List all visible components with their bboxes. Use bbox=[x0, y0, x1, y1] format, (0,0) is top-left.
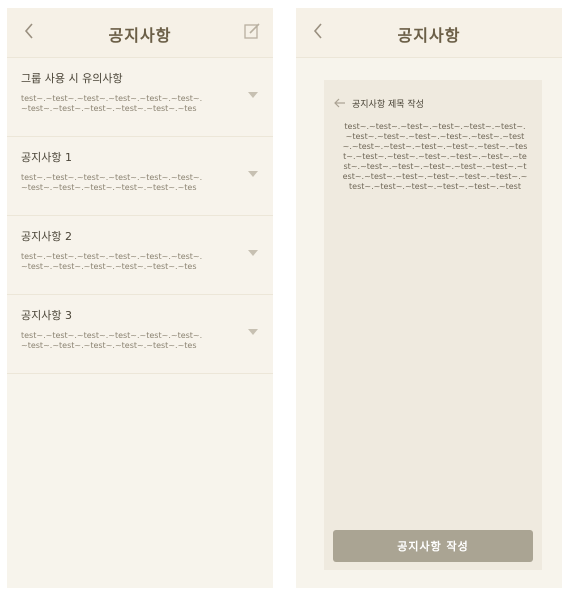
notice-title: 공지사항 2 bbox=[21, 230, 72, 243]
edit-button[interactable] bbox=[241, 20, 263, 42]
caret-down-icon bbox=[248, 329, 258, 335]
body-line: test~.~test~.~test~.~test~.~test~.~test~… bbox=[344, 122, 526, 131]
body-line: test~.~test~.~test~.~test~.~test~.~test bbox=[349, 182, 521, 191]
caret-down-icon bbox=[248, 171, 258, 177]
page-title: 공지사항 bbox=[397, 26, 461, 45]
notice-title: 공지사항 1 bbox=[21, 151, 72, 164]
notice-item[interactable]: 그룹 사용 시 유의사항 test~.~test~.~test~.~test~.… bbox=[7, 58, 273, 137]
body-line: ~.~test~.~test~.~test~.~test~.~test~.~te… bbox=[342, 142, 528, 151]
preview-line: test~.~test~.~test~.~test~.~test~.~test~… bbox=[21, 173, 203, 182]
notice-list: 그룹 사용 시 유의사항 test~.~test~.~test~.~test~.… bbox=[7, 58, 273, 374]
notice-item[interactable]: 공지사항 2 test~.~test~.~test~.~test~.~test~… bbox=[7, 216, 273, 295]
notice-editor-card: 공지사항 제목 작성 test~.~test~.~test~.~test~.~t… bbox=[324, 80, 542, 570]
preview-line: test~.~test~.~test~.~test~.~test~.~test~… bbox=[21, 331, 203, 340]
expand-button[interactable] bbox=[247, 170, 259, 178]
notice-title-input[interactable]: 공지사항 제목 작성 bbox=[352, 97, 424, 110]
header: 공지사항 bbox=[7, 8, 273, 58]
preview-line: test~.~test~.~test~.~test~.~test~.~test~… bbox=[21, 94, 203, 103]
preview-line: ~test~.~test~.~test~.~test~.~test~.~tes bbox=[21, 104, 197, 113]
expand-button[interactable] bbox=[247, 328, 259, 336]
body-line: st~.~test~.~test~.~test~.~test~.~test~.~… bbox=[343, 162, 527, 171]
notice-item[interactable]: 공지사항 1 test~.~test~.~test~.~test~.~test~… bbox=[7, 137, 273, 216]
body-line: ~test~.~test~.~test~.~test~.~test~.~test bbox=[345, 132, 525, 141]
preview-line: ~test~.~test~.~test~.~test~.~test~.~tes bbox=[21, 183, 197, 192]
page-title: 공지사항 bbox=[108, 26, 172, 45]
caret-down-icon bbox=[248, 92, 258, 98]
header: 공지사항 bbox=[296, 8, 562, 58]
edit-icon bbox=[244, 23, 260, 39]
body-line: t~.~test~.~test~.~test~.~test~.~test~.~t… bbox=[343, 152, 527, 161]
arrow-left-icon bbox=[334, 98, 345, 108]
preview-line: ~test~.~test~.~test~.~test~.~test~.~tes bbox=[21, 262, 197, 271]
notice-title-row[interactable]: 공지사항 제목 작성 bbox=[334, 96, 424, 110]
notice-title: 공지사항 3 bbox=[21, 309, 72, 322]
notice-preview: test~.~test~.~test~.~test~.~test~.~test~… bbox=[21, 94, 233, 114]
body-line: est~.~test~.~test~.~test~.~test~.~test~.… bbox=[342, 172, 528, 181]
notice-preview: test~.~test~.~test~.~test~.~test~.~test~… bbox=[21, 173, 233, 193]
expand-button[interactable] bbox=[247, 91, 259, 99]
notice-body-textarea[interactable]: test~.~test~.~test~.~test~.~test~.~test ~… bbox=[336, 122, 534, 192]
notice-write-screen: 공지사항 공지사항 제목 작성 test~.~test~.~test~.~tes… bbox=[296, 8, 562, 588]
notice-item[interactable]: 공지사항 3 test~.~test~.~test~.~test~.~test~… bbox=[7, 295, 273, 374]
write-notice-button[interactable]: 공지사항 작성 bbox=[333, 530, 533, 562]
expand-button[interactable] bbox=[247, 249, 259, 257]
notice-title: 그룹 사용 시 유의사항 bbox=[21, 72, 123, 85]
notice-preview: test~.~test~.~test~.~test~.~test~.~test~… bbox=[21, 252, 233, 272]
caret-down-icon bbox=[248, 250, 258, 256]
notice-list-screen: 공지사항 그룹 사용 시 유의사항 test~.~test~.~test~.~t… bbox=[7, 8, 273, 588]
notice-preview: test~.~test~.~test~.~test~.~test~.~test~… bbox=[21, 331, 233, 351]
preview-line: test~.~test~.~test~.~test~.~test~.~test~… bbox=[21, 252, 203, 261]
preview-line: ~test~.~test~.~test~.~test~.~test~.~tes bbox=[21, 341, 197, 350]
